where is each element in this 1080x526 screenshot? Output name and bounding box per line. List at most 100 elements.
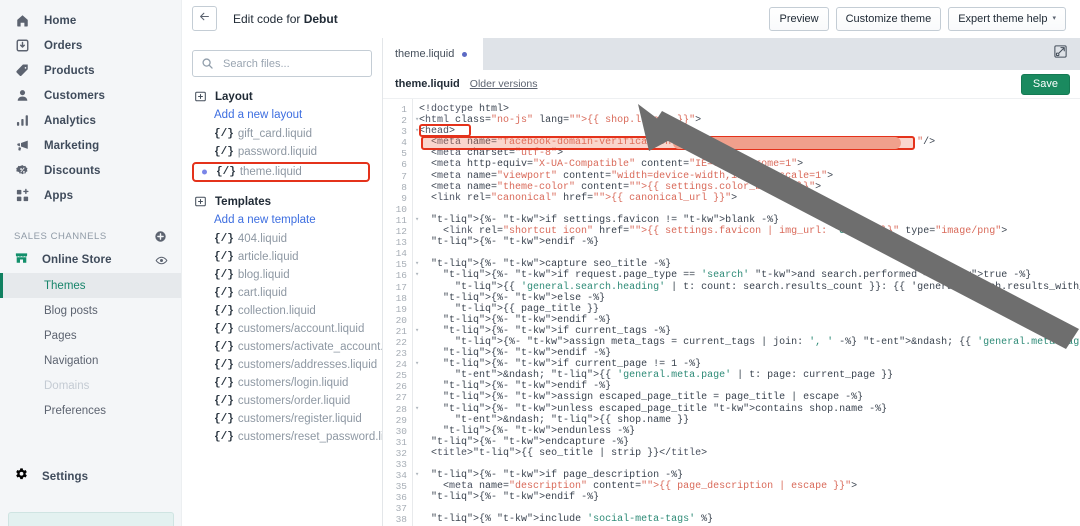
older-versions-link[interactable]: Older versions bbox=[470, 78, 538, 90]
expert-theme-help-button[interactable]: Expert theme help ▾ bbox=[948, 6, 1066, 31]
fold-arrow-icon[interactable]: ▾ bbox=[415, 259, 419, 270]
add-new-template-link[interactable]: Add a new template bbox=[192, 210, 372, 230]
code-line[interactable]: "t-liq">{{ page_title }} bbox=[419, 304, 1080, 315]
app-root: Home Orders Products Customers Analytics bbox=[0, 0, 1080, 526]
search-input[interactable] bbox=[221, 56, 363, 71]
code-line[interactable] bbox=[419, 459, 1080, 470]
fold-arrow-icon[interactable]: ▾ bbox=[415, 215, 419, 226]
code-line[interactable]: <meta charset="utf-8"> bbox=[419, 148, 1080, 159]
fold-arrow-icon[interactable]: ▾ bbox=[415, 326, 419, 337]
sidebar-item-preferences[interactable]: Preferences bbox=[0, 398, 181, 423]
add-sales-channel-plus-icon[interactable] bbox=[154, 230, 167, 243]
sidebar-item-settings[interactable]: Settings bbox=[0, 464, 182, 490]
sidebar-item-themes[interactable]: Themes bbox=[0, 273, 181, 298]
code-line[interactable]: ▾ "t-liq">{%- "t-kw">if request.page_typ… bbox=[415, 270, 1080, 281]
tree-group-templates[interactable]: Templates bbox=[192, 195, 372, 208]
code-line[interactable]: "t-liq">{%- "t-kw">assign meta_tags = cu… bbox=[419, 337, 1080, 348]
save-button[interactable]: Save bbox=[1020, 73, 1070, 95]
code-line[interactable]: ▾ <head> bbox=[415, 126, 1080, 137]
code-line[interactable]: <!doctype html> bbox=[419, 104, 1080, 115]
sidebar-item-customers[interactable]: Customers bbox=[0, 83, 181, 108]
fold-arrow-icon[interactable]: ▾ bbox=[415, 404, 419, 415]
tree-group-layout[interactable]: Layout bbox=[192, 90, 372, 103]
sidebar-item-products[interactable]: Products bbox=[0, 58, 181, 83]
tree-file-name: blog.liquid bbox=[237, 269, 290, 281]
code-line[interactable]: "t-liq">{%- "t-kw">endunless -%} bbox=[419, 426, 1080, 437]
line-number: 12 bbox=[395, 226, 407, 238]
code-line[interactable]: ▾ "t-liq">{%- "t-kw">if page_description… bbox=[415, 470, 1080, 481]
back-button[interactable] bbox=[192, 6, 217, 31]
customize-theme-button[interactable]: Customize theme bbox=[835, 6, 942, 31]
tree-file-password[interactable]: {/} password.liquid bbox=[192, 143, 372, 161]
sidebar-item-analytics[interactable]: Analytics bbox=[0, 108, 181, 133]
code-line[interactable]: ▾ "t-liq">{%- "t-kw">unless escaped_page… bbox=[415, 404, 1080, 415]
sidebar-item-domains[interactable]: Domains bbox=[0, 373, 181, 398]
fold-arrow-icon[interactable]: ▾ bbox=[415, 270, 419, 281]
fold-arrow-icon[interactable]: ▾ bbox=[415, 470, 419, 481]
code-lines[interactable]: <!doctype html> ▾ <html class="no-js" lang… bbox=[413, 99, 1080, 526]
sidebar-item-navigation[interactable]: Navigation bbox=[0, 348, 181, 373]
code-line[interactable]: <title>"t-liq">{{ seo_title | strip }}</… bbox=[419, 448, 1080, 459]
code-line[interactable] bbox=[419, 248, 1080, 259]
code-line[interactable]: "t-liq">{% "t-kw">include 'social-meta-t… bbox=[419, 514, 1080, 525]
code-line[interactable]: "t-liq">{%- "t-kw">endcapture -%} bbox=[419, 437, 1080, 448]
preview-button[interactable]: Preview bbox=[769, 6, 829, 31]
tree-file-article[interactable]: {/} article.liquid bbox=[192, 248, 372, 266]
tree-file-customers-register[interactable]: {/} customers/register.liquid bbox=[192, 410, 372, 428]
sidebar-item-marketing[interactable]: Marketing bbox=[0, 133, 181, 158]
sidebar-item-orders[interactable]: Orders bbox=[0, 33, 181, 58]
code-line[interactable]: "t-liq">{{ 'general.search.heading' | t:… bbox=[419, 282, 1080, 293]
code-line[interactable]: "t-liq">{%- "t-kw">endif -%} bbox=[419, 237, 1080, 248]
code-area[interactable]: 1 2 3 4 5 6 7 8 9 10 11 12 13 14 15 16 17 18 19 20 21 22 23 24 2… bbox=[383, 98, 1080, 526]
code-line[interactable]: "t-ent">&ndash; "t-liq">{{ 'general.meta… bbox=[419, 370, 1080, 381]
code-line[interactable]: "t-liq">{%- "t-kw">endif -%} bbox=[419, 492, 1080, 503]
sidebar-item-home[interactable]: Home bbox=[0, 8, 181, 33]
preview-store-eye-icon[interactable] bbox=[155, 254, 168, 267]
sidebar-item-online-store[interactable]: Online Store bbox=[0, 247, 181, 273]
sidebar-item-pages[interactable]: Pages bbox=[0, 323, 181, 348]
code-line[interactable] bbox=[419, 503, 1080, 514]
tree-file-blog[interactable]: {/} blog.liquid bbox=[192, 266, 372, 284]
tree-file-customers-reset-password[interactable]: {/} customers/reset_password.liq bbox=[192, 428, 382, 446]
tree-file-404[interactable]: {/} 404.liquid bbox=[192, 230, 372, 248]
code-line[interactable] bbox=[419, 204, 1080, 215]
code-line[interactable]: ▾ "t-liq">{%- "t-kw">capture seo_title -… bbox=[415, 259, 1080, 270]
sidebar-item-apps[interactable]: Apps bbox=[0, 183, 181, 208]
add-new-layout-link[interactable]: Add a new layout bbox=[192, 105, 372, 125]
code-line[interactable]: <meta http-equiv="X-UA-Compatible" conte… bbox=[419, 159, 1080, 170]
code-line[interactable]: <meta name="description" content="">{{ p… bbox=[419, 481, 1080, 492]
fold-arrow-icon[interactable]: ▾ bbox=[415, 115, 419, 126]
code-line[interactable]: <meta name="facebook-domain-verification… bbox=[419, 137, 1080, 148]
code-line[interactable]: ▾ "t-liq">{%- "t-kw">if settings.favicon… bbox=[415, 215, 1080, 226]
tree-file-customers-login[interactable]: {/} customers/login.liquid bbox=[192, 374, 372, 392]
expand-editor-button[interactable] bbox=[1053, 38, 1080, 70]
search-files-box[interactable] bbox=[192, 50, 372, 77]
sidebar-item-blog-posts[interactable]: Blog posts bbox=[0, 298, 181, 323]
code-line[interactable]: "t-liq">{%- "t-kw">else -%} bbox=[419, 293, 1080, 304]
sidebar-item-discounts[interactable]: Discounts bbox=[0, 158, 181, 183]
code-line[interactable]: "t-ent">&ndash; "t-liq">{{ shop.name }} bbox=[419, 415, 1080, 426]
code-line[interactable]: "t-liq">{%- "t-kw">assign escaped_page_t… bbox=[419, 392, 1080, 403]
code-line[interactable]: <link rel="canonical" href="">{{ canonic… bbox=[419, 193, 1080, 204]
code-line[interactable]: <link rel="shortcut icon" href="">{{ set… bbox=[419, 226, 1080, 237]
tree-file-gift-card[interactable]: {/} gift_card.liquid bbox=[192, 125, 372, 143]
code-line[interactable]: <meta name="viewport" content="width=dev… bbox=[419, 171, 1080, 182]
code-line[interactable]: "t-liq">{%- "t-kw">endif -%} bbox=[419, 315, 1080, 326]
code-line[interactable]: ▾ "t-liq">{%- "t-kw">if current_page != … bbox=[415, 359, 1080, 370]
fold-arrow-icon[interactable]: ▾ bbox=[415, 126, 419, 137]
fold-arrow-icon[interactable]: ▾ bbox=[415, 359, 419, 370]
tree-file-customers-account[interactable]: {/} customers/account.liquid bbox=[192, 320, 372, 338]
line-number: 24 bbox=[395, 359, 407, 371]
tree-file-collection[interactable]: {/} collection.liquid bbox=[192, 302, 372, 320]
code-line[interactable]: <meta name="theme-color" content="">{{ s… bbox=[419, 182, 1080, 193]
code-line[interactable]: ▾ "t-liq">{%- "t-kw">if current_tags -%} bbox=[415, 326, 1080, 337]
code-line[interactable]: "t-liq">{%- "t-kw">endif -%} bbox=[419, 381, 1080, 392]
tree-file-customers-addresses[interactable]: {/} customers/addresses.liquid bbox=[192, 356, 377, 374]
tree-file-customers-order[interactable]: {/} customers/order.liquid bbox=[192, 392, 372, 410]
editor-tab-theme-liquid[interactable]: theme.liquid bbox=[383, 38, 483, 70]
tree-file-cart[interactable]: {/} cart.liquid bbox=[192, 284, 372, 302]
tree-file-theme-liquid[interactable]: {/} theme.liquid bbox=[192, 162, 370, 182]
code-line[interactable]: ▾ <html class="no-js" lang="">{{ shop.loc… bbox=[415, 115, 1080, 126]
tree-file-customers-activate-account[interactable]: {/} customers/activate_account.liq bbox=[192, 338, 382, 356]
code-line[interactable]: "t-liq">{%- "t-kw">endif -%} bbox=[419, 348, 1080, 359]
